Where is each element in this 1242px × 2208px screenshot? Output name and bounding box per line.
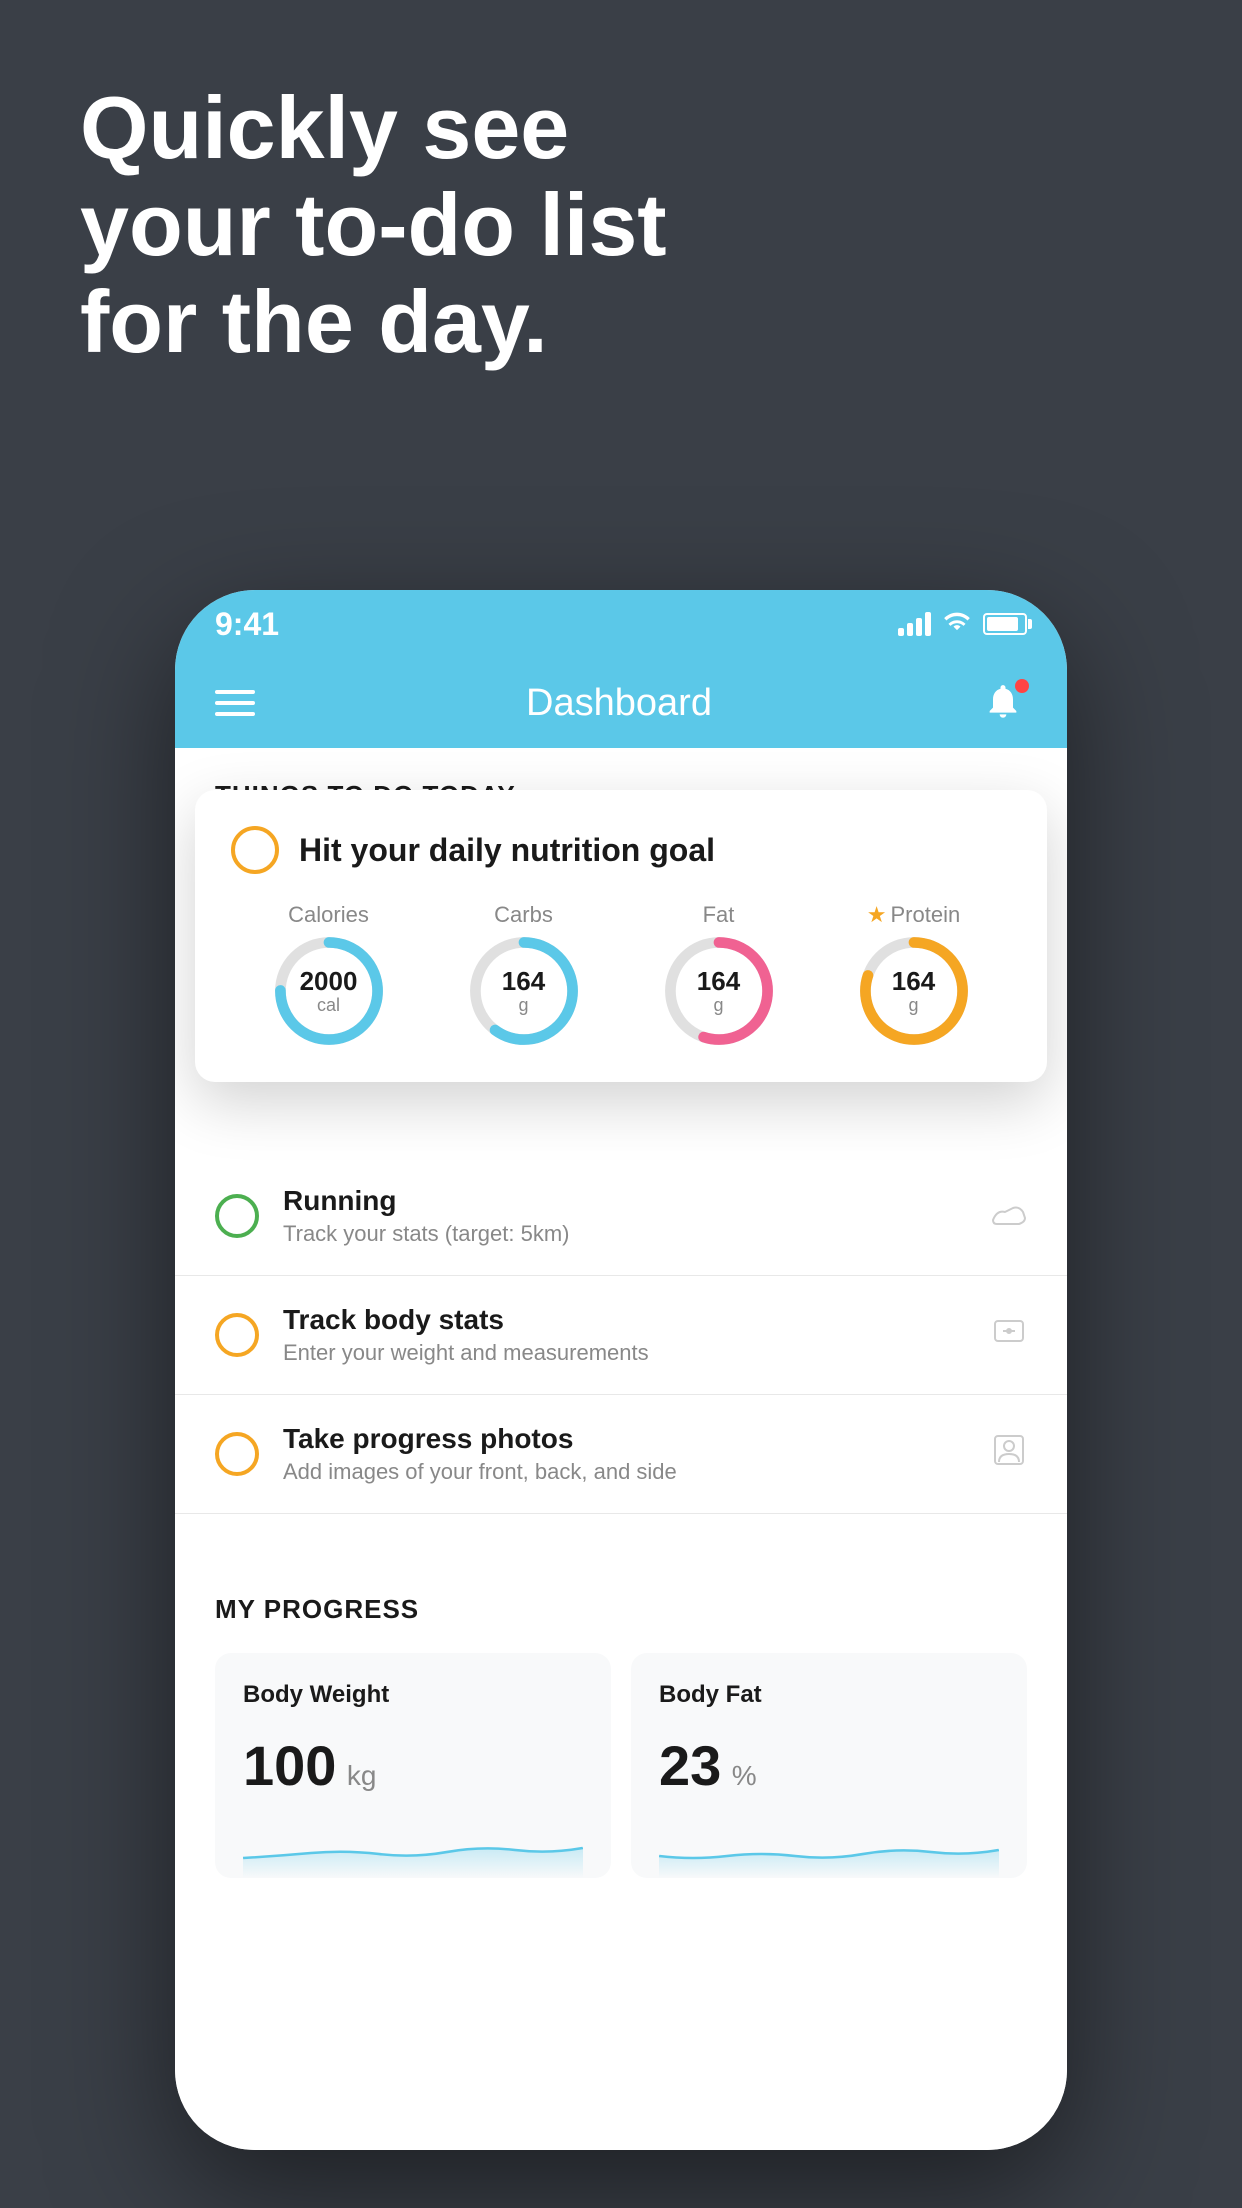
running-subtitle: Track your stats (target: 5km) (283, 1221, 967, 1247)
bodystats-text: Track body stats Enter your weight and m… (283, 1304, 967, 1366)
headline-line2: your to-do list (80, 177, 667, 274)
bell-icon[interactable] (983, 681, 1027, 725)
headline: Quickly see your to-do list for the day. (80, 80, 667, 370)
notification-dot (1015, 679, 1029, 693)
person-icon (991, 1432, 1027, 1477)
body-weight-label: Body Weight (243, 1681, 583, 1709)
protein-value: 164 g (892, 967, 935, 1015)
card-header: Hit your daily nutrition goal (231, 826, 1011, 874)
carbs-item: Carbs 164 g (469, 902, 579, 1046)
progress-title: MY PROGRESS (215, 1594, 1027, 1625)
running-title: Running (283, 1185, 967, 1217)
fat-item: Fat 164 g (664, 902, 774, 1046)
fat-donut: 164 g (664, 936, 774, 1046)
status-icons (898, 609, 1027, 640)
body-fat-unit: % (732, 1760, 757, 1791)
body-fat-label: Body Fat (659, 1681, 999, 1709)
phone-mockup: 9:41 Dashboard (175, 590, 1067, 2150)
list-item[interactable]: Track body stats Enter your weight and m… (175, 1276, 1067, 1395)
list-item[interactable]: Take progress photos Add images of your … (175, 1395, 1067, 1514)
todo-list: Running Track your stats (target: 5km) T… (175, 1157, 1067, 1514)
body-weight-value: 100 kg (243, 1733, 583, 1798)
nutrition-check[interactable] (231, 826, 279, 874)
progress-section: MY PROGRESS Body Weight 100 kg (175, 1554, 1067, 1878)
photos-title: Take progress photos (283, 1423, 967, 1455)
protein-label: Protein (891, 902, 961, 928)
photos-subtitle: Add images of your front, back, and side (283, 1459, 967, 1485)
body-fat-card[interactable]: Body Fat 23 % (631, 1653, 1027, 1878)
list-item[interactable]: Running Track your stats (target: 5km) (175, 1157, 1067, 1276)
wifi-icon (943, 609, 971, 640)
bodystats-check (215, 1313, 259, 1357)
nutrition-card: Hit your daily nutrition goal Calories 2… (195, 790, 1047, 1082)
body-weight-unit: kg (347, 1760, 377, 1791)
carbs-donut: 164 g (469, 936, 579, 1046)
shoe-icon (991, 1195, 1027, 1237)
body-weight-chart (243, 1818, 583, 1878)
calories-donut: 2000 cal (274, 936, 384, 1046)
calories-label: Calories (288, 902, 369, 928)
carbs-label: Carbs (494, 902, 553, 928)
menu-icon[interactable] (215, 690, 255, 716)
body-fat-chart (659, 1818, 999, 1878)
headline-line3: for the day. (80, 274, 667, 371)
nav-title: Dashboard (526, 682, 712, 725)
status-bar: 9:41 (175, 590, 1067, 658)
body-fat-value: 23 % (659, 1733, 999, 1798)
photos-text: Take progress photos Add images of your … (283, 1423, 967, 1485)
carbs-value: 164 g (502, 967, 545, 1015)
photos-check (215, 1432, 259, 1476)
fat-label: Fat (703, 902, 735, 928)
protein-item: ★ Protein 164 g (859, 902, 969, 1046)
star-icon: ★ (867, 902, 887, 928)
bodystats-subtitle: Enter your weight and measurements (283, 1340, 967, 1366)
protein-label-row: ★ Protein (867, 902, 960, 928)
signal-icon (898, 612, 931, 636)
nutrition-card-title: Hit your daily nutrition goal (299, 832, 715, 869)
running-text: Running Track your stats (target: 5km) (283, 1185, 967, 1247)
body-weight-number: 100 (243, 1734, 336, 1797)
fat-value: 164 g (697, 967, 740, 1015)
body-weight-card[interactable]: Body Weight 100 kg (215, 1653, 611, 1878)
nav-bar: Dashboard (175, 658, 1067, 748)
bodystats-title: Track body stats (283, 1304, 967, 1336)
progress-cards: Body Weight 100 kg (215, 1653, 1027, 1878)
battery-icon (983, 613, 1027, 635)
status-time: 9:41 (215, 606, 279, 643)
running-check (215, 1194, 259, 1238)
scale-icon (991, 1313, 1027, 1358)
protein-donut: 164 g (859, 936, 969, 1046)
calories-value: 2000 cal (300, 967, 358, 1015)
headline-line1: Quickly see (80, 80, 667, 177)
calories-item: Calories 2000 cal (274, 902, 384, 1046)
nutrition-row: Calories 2000 cal Carbs (231, 902, 1011, 1046)
body-fat-number: 23 (659, 1734, 721, 1797)
